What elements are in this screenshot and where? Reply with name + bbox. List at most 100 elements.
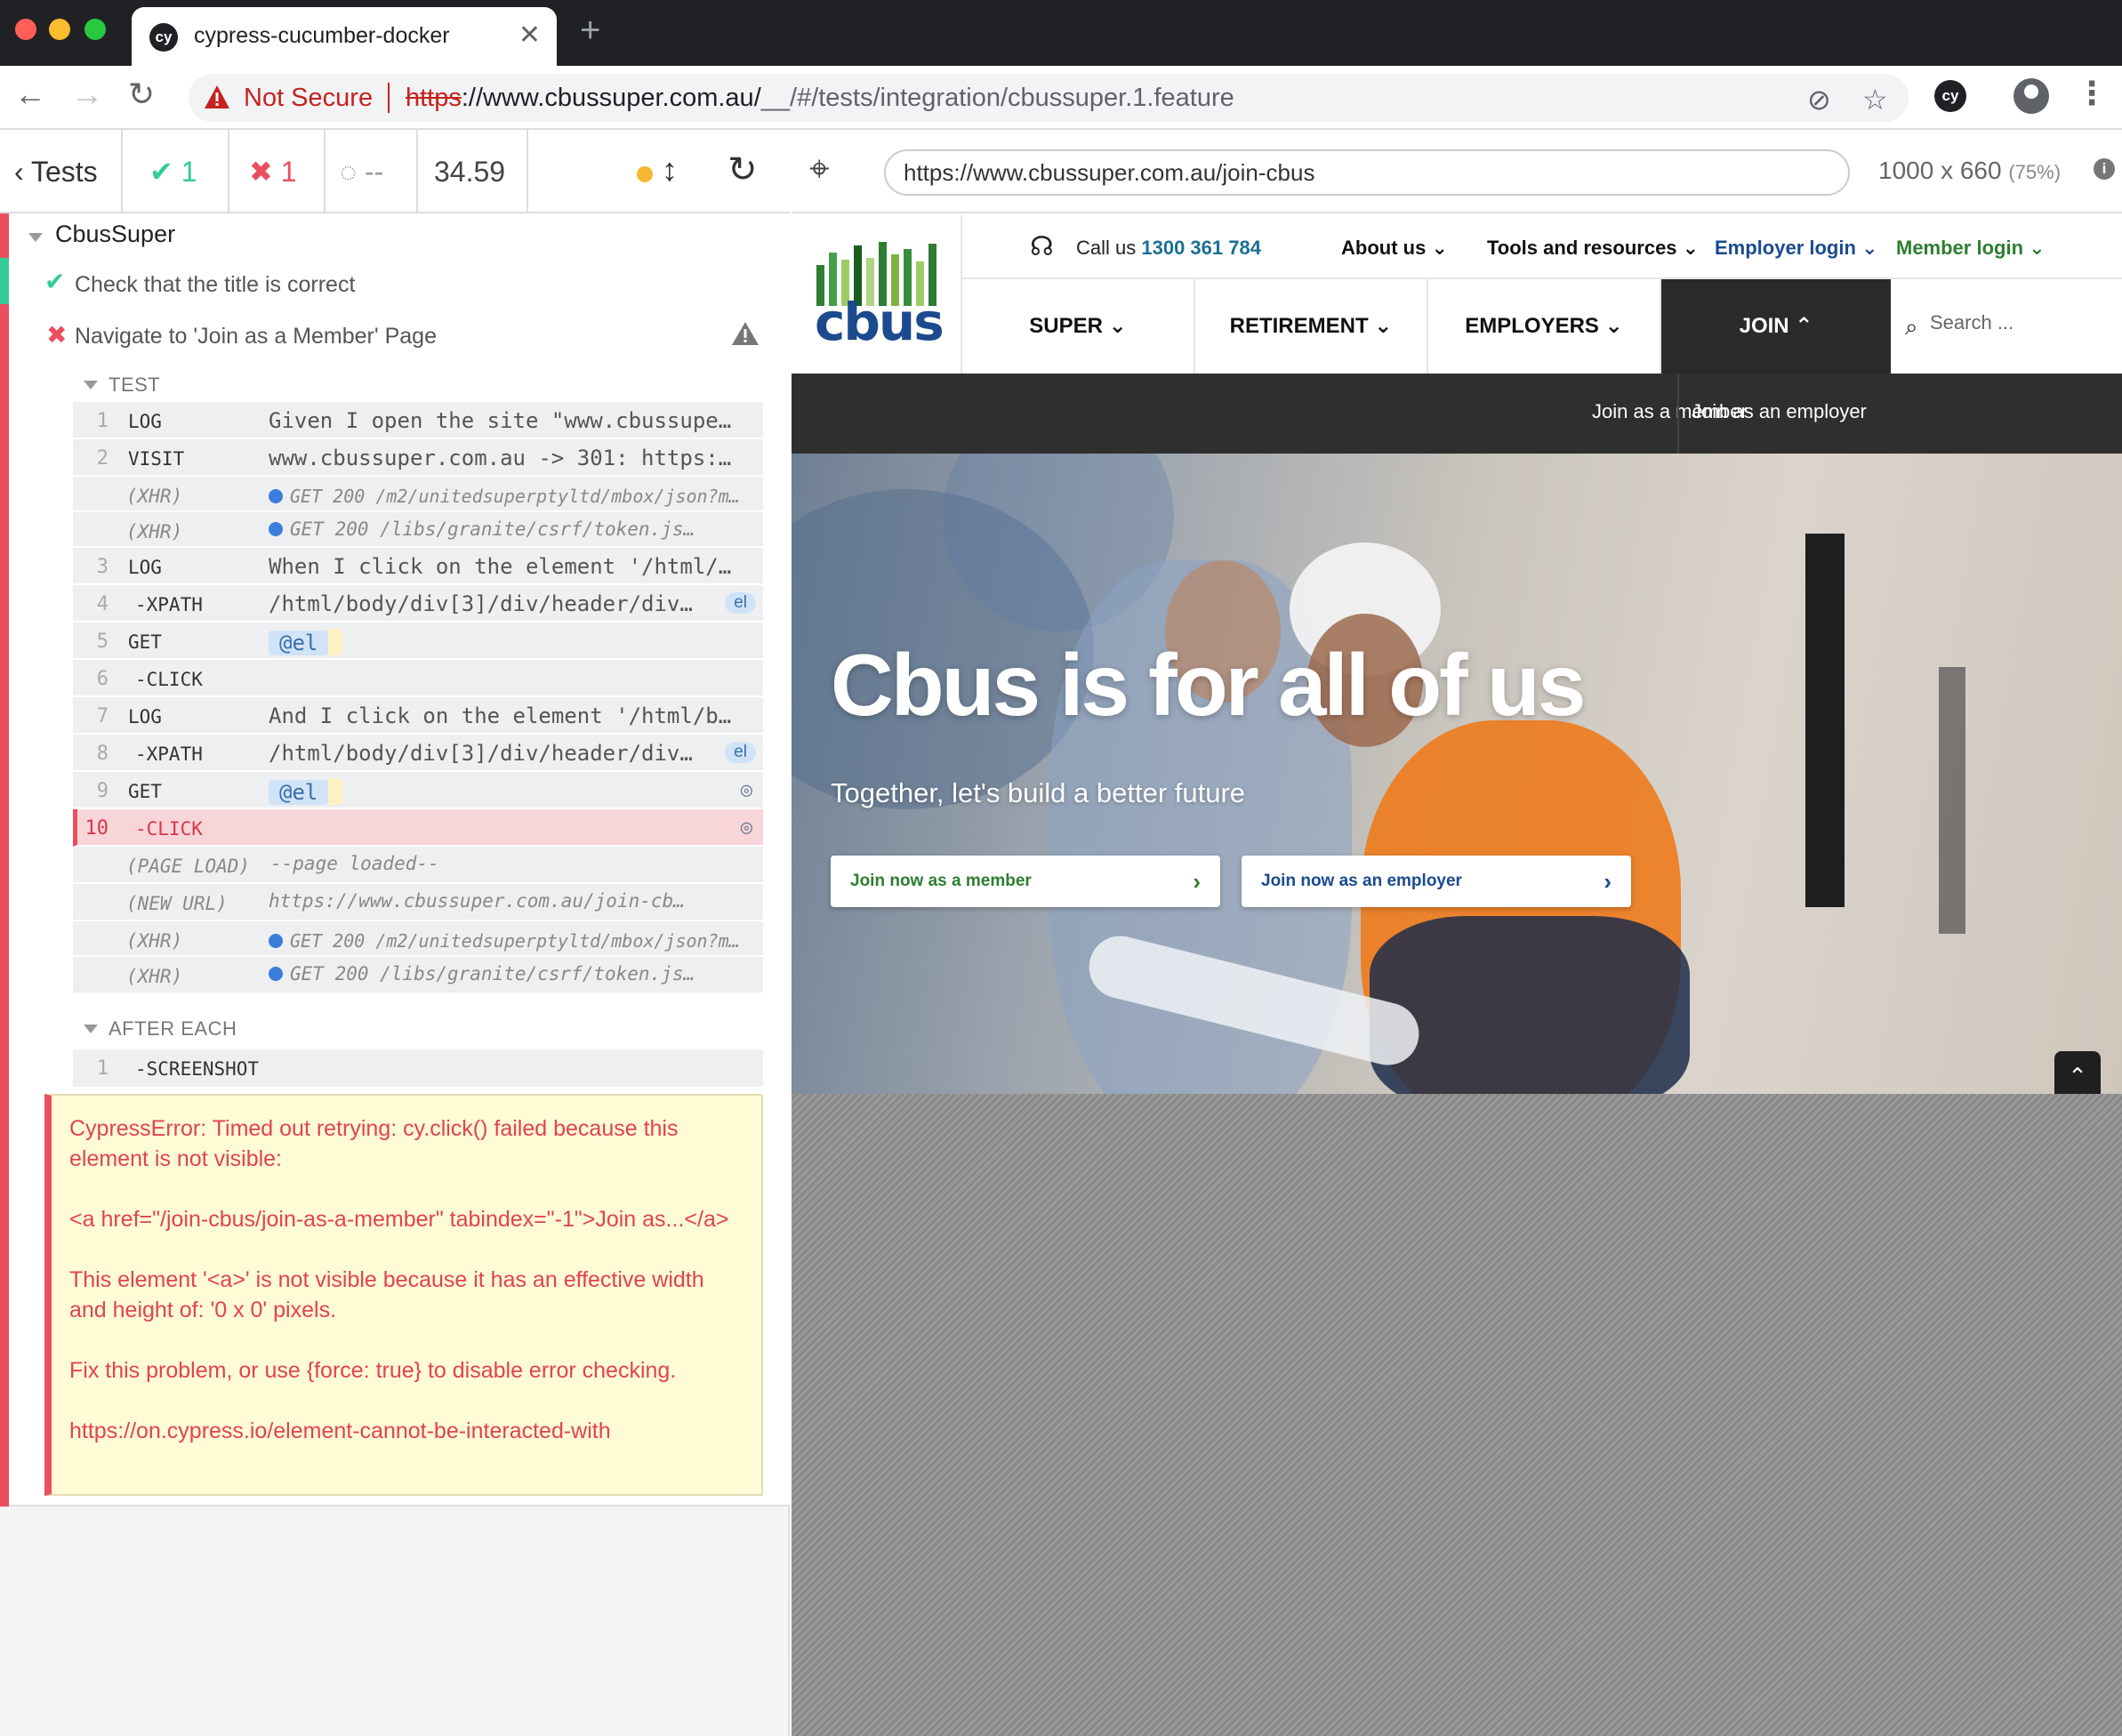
nav-retirement[interactable]: RETIREMENT ⌄ bbox=[1195, 279, 1428, 374]
logo-wordmark: cbus bbox=[815, 292, 944, 352]
xhr-text: GET 200 /libs/granite/csrf/token.js… bbox=[290, 518, 695, 540]
xhr-status-dot bbox=[269, 934, 283, 948]
tab-close-icon[interactable]: ✕ bbox=[518, 20, 541, 51]
command-name: (PAGE LOAD) bbox=[126, 856, 251, 877]
info-icon[interactable]: i bbox=[2094, 158, 2115, 180]
about-us-link[interactable]: About us ⌄ bbox=[1341, 237, 1448, 260]
test-passed-indicator bbox=[0, 258, 9, 304]
menu-dots-icon[interactable]: ⋮ bbox=[2076, 75, 2108, 112]
command-row[interactable]: (XHR) GET 200 /libs/granite/csrf/token.j… bbox=[73, 957, 763, 993]
command-row[interactable]: 3 LOG When I click on the element '/html… bbox=[73, 548, 763, 585]
command-message: GET 200 /libs/granite/csrf/token.js… bbox=[269, 518, 740, 540]
caret-down-icon[interactable] bbox=[84, 381, 98, 390]
url-scheme: https bbox=[406, 84, 462, 112]
command-row[interactable]: 5 GET @el bbox=[73, 623, 763, 660]
command-number: 1 bbox=[96, 1057, 109, 1080]
command-row-failed[interactable]: 10 -CLICK ◎ bbox=[73, 809, 763, 847]
chevron-up-icon: ⌃ bbox=[2068, 1063, 2087, 1089]
maximize-window-button[interactable] bbox=[84, 19, 106, 40]
nav-employers[interactable]: EMPLOYERS ⌄ bbox=[1428, 279, 1661, 374]
back-to-top-button[interactable]: ⌃ bbox=[2054, 1051, 2101, 1094]
command-message: /html/body/div[3]/div/header/div[… bbox=[269, 741, 704, 766]
utility-bar: ☊ Call us 1300 361 784 About us ⌄ Tools … bbox=[962, 215, 2122, 279]
profile-avatar-icon[interactable] bbox=[2013, 78, 2049, 114]
command-number: 10 bbox=[84, 817, 109, 840]
running-status-dot bbox=[637, 166, 653, 182]
chevron-right-icon: › bbox=[1604, 868, 1612, 895]
passed-number: 1 bbox=[181, 156, 197, 188]
search-icon[interactable]: ⌕ bbox=[1905, 313, 1918, 342]
not-secure-label[interactable]: Not Secure bbox=[244, 84, 373, 113]
join-member-label: Join now as a member bbox=[850, 872, 1032, 890]
join-member-button[interactable]: Join now as a member › bbox=[831, 856, 1220, 907]
hook-after-each-title[interactable]: AFTER EACH bbox=[109, 1017, 237, 1041]
command-row[interactable]: (NEW URL) https://www.cbussuper.com.au/j… bbox=[73, 884, 763, 921]
browser-tab[interactable]: cy cypress-cucumber-docker ✕ bbox=[132, 7, 557, 66]
error-docs-link[interactable]: https://on.cypress.io/element-cannot-be-… bbox=[69, 1416, 744, 1446]
tests-back-button[interactable]: ‹ Tests bbox=[0, 130, 123, 213]
hero-subtitle: Together, let's build a better future bbox=[831, 777, 1246, 808]
reload-icon[interactable]: ↻ bbox=[128, 78, 155, 110]
back-arrow-icon[interactable]: ← bbox=[14, 78, 46, 110]
caret-down-icon[interactable] bbox=[84, 1025, 98, 1033]
forward-arrow-icon[interactable]: → bbox=[71, 78, 103, 110]
member-login-link[interactable]: Member login ⌄ bbox=[1896, 237, 2046, 260]
command-row[interactable]: 7 LOG And I click on the element '/html/… bbox=[73, 697, 763, 735]
nav-super[interactable]: SUPER ⌄ bbox=[962, 279, 1195, 374]
error-reason: This element '<a>' is not visible becaus… bbox=[69, 1267, 704, 1322]
cypress-extension-icon[interactable]: cy bbox=[1934, 80, 1966, 112]
chevron-down-icon: ⌄ bbox=[2029, 237, 2046, 259]
command-row[interactable]: (XHR) GET 200 /libs/granite/csrf/token.j… bbox=[73, 512, 763, 548]
pending-circle-icon: ◌ bbox=[340, 156, 365, 188]
command-name: VISIT bbox=[128, 448, 185, 470]
aut-url-field[interactable]: https://www.cbussuper.com.au/join-cbus bbox=[884, 149, 1850, 196]
selector-playground-icon[interactable]: ⌖ bbox=[809, 149, 830, 189]
command-name: -CLICK bbox=[135, 669, 203, 690]
search-input[interactable]: Search ... bbox=[1930, 311, 2013, 334]
command-row[interactable]: 6 -CLICK bbox=[73, 660, 763, 697]
autoscroll-toggle-icon[interactable]: ↕ bbox=[662, 151, 678, 189]
cbus-logo[interactable]: cbus bbox=[792, 215, 962, 374]
xhr-text: GET 200 /libs/granite/csrf/token.js… bbox=[290, 963, 695, 985]
caret-down-icon[interactable] bbox=[28, 233, 43, 242]
join-employer-button[interactable]: Join now as an employer › bbox=[1242, 856, 1631, 907]
command-row[interactable]: 9 GET @el ◎ bbox=[73, 772, 763, 809]
command-number: 7 bbox=[96, 705, 109, 727]
address-url[interactable]: https://www.cbussuper.com.au/__/#/tests/… bbox=[406, 84, 1234, 113]
command-row[interactable]: (PAGE LOAD) --page loaded-- bbox=[73, 847, 763, 884]
command-row[interactable]: (XHR) GET 200 /m2/unitedsuperptyltd/mbox… bbox=[73, 477, 763, 512]
location-blocked-icon[interactable]: ⊘ bbox=[1807, 83, 1831, 117]
test-title[interactable]: Navigate to 'Join as a Member' Page bbox=[75, 324, 437, 350]
command-message: GET 200 /m2/unitedsuperptyltd/mbox/json?… bbox=[269, 930, 740, 952]
bookmark-star-icon[interactable]: ☆ bbox=[1862, 83, 1888, 117]
xhr-text: GET 200 /m2/unitedsuperptyltd/mbox/json?… bbox=[290, 486, 740, 507]
command-name: (NEW URL) bbox=[126, 893, 228, 914]
chevron-down-icon: ⌄ bbox=[1604, 314, 1623, 338]
command-message: --page loaded-- bbox=[270, 853, 439, 874]
tools-resources-link[interactable]: Tools and resources ⌄ bbox=[1487, 237, 1699, 260]
address-bar[interactable]: Not Secure https://www.cbussuper.com.au/… bbox=[189, 74, 1909, 122]
command-row[interactable]: 2 VISIT www.cbussuper.com.au -> 301: htt… bbox=[73, 439, 763, 477]
minimize-window-button[interactable] bbox=[49, 19, 70, 40]
suite-title[interactable]: CbusSuper bbox=[55, 221, 175, 248]
command-row[interactable]: (XHR) GET 200 /m2/unitedsuperptyltd/mbox… bbox=[73, 921, 763, 957]
error-fix: Fix this problem, or use {force: true} t… bbox=[69, 1358, 677, 1383]
command-message: /html/body/div[3]/div/header/div[… bbox=[269, 591, 704, 616]
hero-background-column bbox=[1805, 534, 1845, 907]
new-tab-button[interactable]: + bbox=[580, 12, 600, 48]
join-as-employer-link[interactable]: Join as an employer bbox=[1692, 400, 1867, 423]
error-message[interactable]: CypressError: Timed out retrying: cy.cli… bbox=[44, 1094, 763, 1496]
close-window-button[interactable] bbox=[15, 19, 36, 40]
phone-link[interactable]: 1300 361 784 bbox=[1141, 237, 1261, 259]
employer-login-link[interactable]: Employer login ⌄ bbox=[1715, 237, 1877, 260]
nav-join[interactable]: JOIN ⌃ bbox=[1661, 279, 1891, 374]
test-title[interactable]: Check that the title is correct bbox=[75, 272, 355, 298]
command-row[interactable]: 1 LOG Given I open the site "www.cbussup… bbox=[73, 402, 763, 439]
command-row[interactable]: 1 -SCREENSHOT bbox=[73, 1049, 763, 1087]
command-row[interactable]: 8 -XPATH /html/body/div[3]/div/header/di… bbox=[73, 735, 763, 772]
hook-test-title[interactable]: TEST bbox=[109, 374, 160, 397]
element-badge: el bbox=[725, 742, 756, 763]
command-number: 9 bbox=[96, 780, 109, 802]
rerun-icon[interactable]: ↻ bbox=[727, 149, 758, 190]
command-row[interactable]: 4 -XPATH /html/body/div[3]/div/header/di… bbox=[73, 585, 763, 623]
